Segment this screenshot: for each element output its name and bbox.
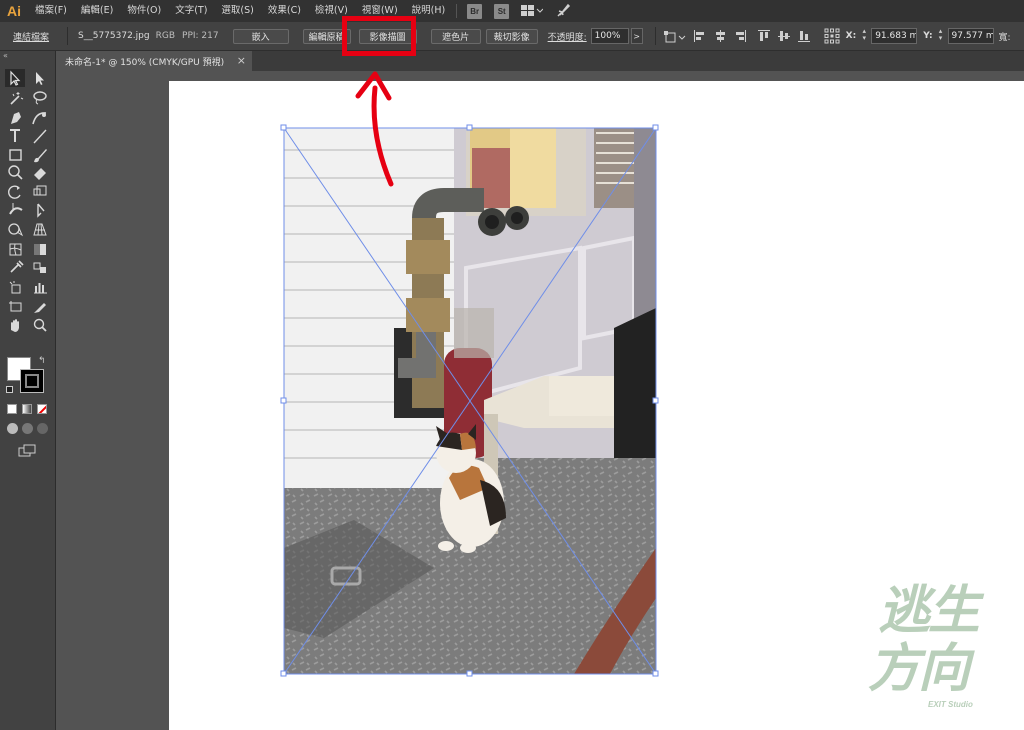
- shape-builder-tool-icon: [8, 223, 24, 237]
- collapse-panel-icon[interactable]: «: [3, 51, 8, 60]
- x-input[interactable]: 91.683 m: [871, 28, 918, 44]
- draw-behind-icon[interactable]: [22, 423, 33, 434]
- ppi-value: PPI: 217: [182, 31, 219, 41]
- app-logo: Ai: [7, 3, 21, 19]
- control-bar: 連結檔案 S__5775372.jpg RGB PPI: 217 嵌入 編輯原稿…: [0, 22, 1024, 51]
- embed-button[interactable]: 嵌入: [232, 28, 289, 44]
- rotate-tool-icon: [8, 185, 21, 199]
- workspace-layout-icon[interactable]: [521, 4, 544, 18]
- gpu-rocket-icon[interactable]: [555, 3, 571, 19]
- slice-tool-icon: [34, 303, 46, 313]
- symbol-sprayer-tool-icon: [9, 281, 21, 294]
- mesh-tool-icon: [9, 243, 22, 256]
- lasso-tool-icon: [33, 91, 47, 105]
- x-label: X:: [845, 31, 857, 41]
- highlight-box: [342, 16, 416, 56]
- menu-bar: Ai 檔案(F) 編輯(E) 物件(O) 文字(T) 選取(S) 效果(C) 檢…: [0, 0, 1024, 22]
- watermark-line-1: 逃生: [878, 581, 980, 641]
- line-tool-icon: [33, 129, 47, 144]
- swap-fill-stroke-icon[interactable]: ↰: [38, 356, 46, 366]
- stroke-swatch[interactable]: [20, 369, 44, 393]
- screen-mode-icon[interactable]: [18, 442, 36, 457]
- type-tool-icon: [10, 129, 20, 142]
- bridge-button[interactable]: Br: [467, 3, 483, 19]
- watermark-logo: 逃生 方向 EXIT Studio: [868, 582, 1018, 712]
- photo-illustration: [284, 128, 656, 674]
- y-input[interactable]: 97.577 m: [947, 28, 994, 44]
- align-bottom-icon[interactable]: [797, 30, 810, 42]
- y-label: Y:: [923, 31, 933, 41]
- menu-select[interactable]: 選取(S): [214, 0, 260, 22]
- document-tab[interactable]: 未命名-1* @ 150% (CMYK/GPU 預視) ×: [56, 51, 252, 71]
- align-middle-icon[interactable]: [777, 30, 790, 42]
- eyedropper-tool-icon: [10, 260, 24, 273]
- control-divider: [67, 27, 69, 45]
- curvature-tool-icon: [32, 112, 47, 125]
- menu-edit[interactable]: 編輯(E): [74, 0, 120, 22]
- menu-file[interactable]: 檔案(F): [28, 0, 74, 22]
- draw-inside-icon[interactable]: [37, 423, 48, 434]
- gradient-mode-icon[interactable]: [22, 404, 32, 414]
- opacity-input[interactable]: 100%: [590, 28, 629, 44]
- menu-divider: [456, 4, 458, 18]
- linked-filename: S__5775372.jpg: [78, 31, 150, 41]
- blend-tool-icon: [33, 262, 46, 273]
- watermark-line-2: 方向: [868, 639, 970, 699]
- align-center-icon[interactable]: [714, 30, 726, 42]
- shaper-tool-icon: [8, 165, 23, 180]
- reference-point-icon[interactable]: [824, 28, 840, 44]
- color-mode-icon[interactable]: [7, 404, 17, 414]
- scale-tool-icon: [33, 185, 47, 196]
- align-top-icon[interactable]: [757, 30, 770, 42]
- width-tool-icon: [9, 203, 23, 215]
- align-right-icon[interactable]: [734, 30, 746, 42]
- width-label: 寬:: [998, 32, 1011, 43]
- direct-selection-tool-icon: [36, 72, 44, 85]
- crop-image-button[interactable]: 裁切影像: [485, 28, 538, 44]
- tools-panel: « ↰: [0, 51, 56, 730]
- default-colors-icon[interactable]: [6, 386, 13, 393]
- x-stepper-icon[interactable]: ▴ ▾: [859, 28, 869, 44]
- perspective-grid-tool-icon: [33, 223, 47, 236]
- document-tab-title: 未命名-1* @ 150% (CMYK/GPU 預視): [65, 57, 225, 68]
- column-graph-tool-icon: [34, 283, 47, 294]
- control-divider: [654, 27, 656, 45]
- transform-again-icon[interactable]: [663, 29, 686, 43]
- mask-button[interactable]: 遮色片: [430, 28, 481, 44]
- menu-effect[interactable]: 效果(C): [261, 0, 308, 22]
- zoom-tool-icon: [33, 318, 47, 332]
- linked-file-link[interactable]: 連結檔案: [13, 30, 49, 43]
- opacity-arrow-icon[interactable]: >: [630, 28, 643, 44]
- close-tab-icon[interactable]: ×: [237, 55, 246, 66]
- paintbrush-tool-icon: [34, 149, 47, 163]
- menu-object[interactable]: 物件(O): [120, 0, 168, 22]
- eraser-tool-icon: [34, 168, 46, 180]
- stock-button[interactable]: St: [494, 3, 510, 19]
- rectangle-tool-icon: [9, 149, 22, 161]
- opacity-label: 不透明度:: [547, 32, 587, 43]
- placed-image[interactable]: [284, 128, 656, 674]
- color-mode: RGB: [155, 31, 176, 41]
- align-left-icon[interactable]: [693, 30, 706, 42]
- gradient-tool-icon: [34, 244, 46, 255]
- watermark-subtitle: EXIT Studio: [928, 700, 973, 709]
- menu-type[interactable]: 文字(T): [168, 0, 214, 22]
- artboard-tool-icon: [9, 301, 22, 312]
- y-stepper-icon[interactable]: ▴ ▾: [936, 28, 946, 44]
- pen-tool-icon: [11, 112, 21, 124]
- document-tab-bar: 未命名-1* @ 150% (CMYK/GPU 預視) ×: [56, 51, 1024, 71]
- none-mode-icon[interactable]: [37, 404, 47, 414]
- draw-normal-icon[interactable]: [7, 423, 18, 434]
- free-transform-tool-icon: [37, 203, 45, 218]
- hand-tool-icon: [11, 319, 19, 332]
- magic-wand-tool-icon: [10, 92, 24, 105]
